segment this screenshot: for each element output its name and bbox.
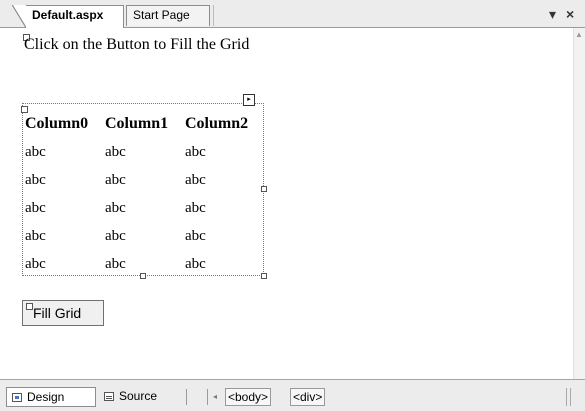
grid-cell: abc xyxy=(105,171,126,188)
grid-cell: abc xyxy=(25,199,46,216)
pin-icon[interactable]: ▾ xyxy=(549,6,556,22)
grid-cell: abc xyxy=(25,143,46,160)
view-switcher-bar: Design Source ◂ <body> <div> xyxy=(0,379,585,411)
source-view-tab[interactable]: Source xyxy=(99,387,179,407)
grid-cell: abc xyxy=(25,255,46,272)
fill-grid-button[interactable]: Fill Grid xyxy=(22,300,104,326)
source-tab-label: Source xyxy=(119,389,158,403)
gridview[interactable]: Column0 Column1 Column2 abc abc abc abc … xyxy=(25,110,265,278)
intro-label[interactable]: Click on the Button to Fill the Grid xyxy=(24,36,249,54)
design-view-tab[interactable]: Design xyxy=(6,387,96,407)
grid-cell: abc xyxy=(185,199,206,216)
tab-start-page[interactable]: Start Page xyxy=(126,5,210,26)
design-view-icon xyxy=(12,393,22,402)
grid-cell: abc xyxy=(105,199,126,216)
vertical-scrollbar[interactable]: ▲ xyxy=(573,28,585,379)
scroll-up-arrow-icon[interactable]: ▲ xyxy=(575,30,583,39)
grid-cell: abc xyxy=(185,171,206,188)
grid-header-row: Column0 Column1 Column2 xyxy=(25,110,265,138)
table-row: abc abc abc xyxy=(25,194,265,222)
grid-cell: abc xyxy=(105,227,126,244)
breadcrumb-body[interactable]: <body> xyxy=(225,388,272,406)
smart-tag-icon[interactable]: ▸ xyxy=(243,94,255,106)
tab-divider xyxy=(213,5,214,26)
grid-cell: abc xyxy=(105,255,126,272)
grid-cell: abc xyxy=(105,143,126,160)
grid-cell: abc xyxy=(185,255,206,272)
grid-cell: abc xyxy=(25,171,46,188)
grid-cell: abc xyxy=(185,227,206,244)
grid-header-cell: Column1 xyxy=(105,115,169,132)
grid-cell: abc xyxy=(25,227,46,244)
table-row: abc abc abc xyxy=(25,250,265,278)
design-tab-label: Design xyxy=(27,390,65,404)
breadcrumb-div[interactable]: <div> xyxy=(290,388,326,406)
splitter-grip[interactable] xyxy=(566,388,567,406)
grid-header-cell: Column0 xyxy=(25,115,89,132)
splitter-grip[interactable] xyxy=(570,388,571,406)
close-icon[interactable]: × xyxy=(566,6,574,22)
source-view-icon xyxy=(104,392,114,401)
table-row: abc abc abc xyxy=(25,166,265,194)
tab-default-aspx[interactable]: Default.aspx xyxy=(12,5,124,28)
table-row: abc abc abc xyxy=(25,138,265,166)
separator xyxy=(186,389,187,405)
tag-nav-left-icon[interactable]: ◂ xyxy=(213,389,217,405)
table-row: abc abc abc xyxy=(25,222,265,250)
grid-cell: abc xyxy=(185,143,206,160)
grid-header-cell: Column2 xyxy=(185,115,249,132)
button-glyph-icon xyxy=(26,303,33,310)
separator xyxy=(207,389,208,405)
document-tab-strip: Default.aspx Start Page ▾ × xyxy=(0,0,585,28)
